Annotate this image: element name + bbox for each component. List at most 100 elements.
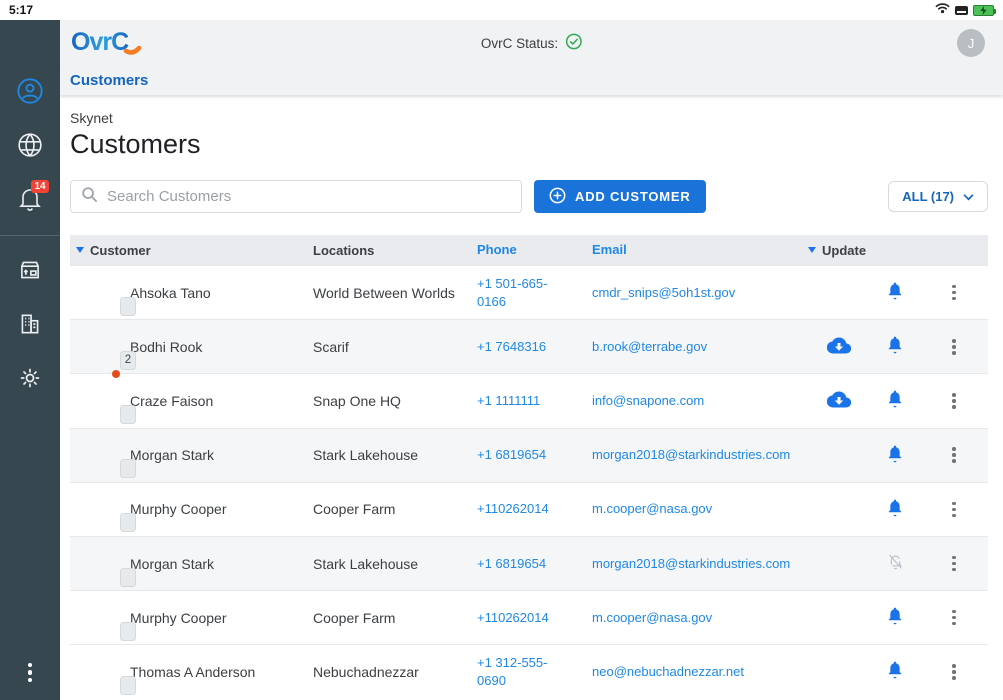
sort-desc-icon <box>76 247 84 253</box>
column-header-customer[interactable]: Customer <box>70 243 313 258</box>
column-header-locations: Locations <box>313 243 477 258</box>
notify-toggle[interactable] <box>870 607 920 628</box>
table-row[interactable]: Morgan Stark Stark Lakehouse +1 6819654 … <box>70 428 988 482</box>
wifi-icon <box>935 1 950 19</box>
sidebar-more-menu-button[interactable] <box>28 663 33 683</box>
row-menu-button[interactable] <box>920 606 988 630</box>
notify-toggle[interactable] <box>870 661 920 682</box>
customer-cell: Thomas A Anderson <box>70 664 313 680</box>
inventory-box-icon <box>17 257 43 283</box>
update-cell[interactable] <box>808 608 870 628</box>
customer-cell: Murphy Cooper <box>70 610 313 626</box>
notification-count-badge: 14 <box>31 180 49 193</box>
phone-link[interactable]: +1 312-555-0690 <box>477 654 592 690</box>
notify-toggle[interactable] <box>870 553 920 574</box>
search-icon <box>81 186 98 208</box>
row-menu-button[interactable] <box>920 443 988 467</box>
phone-link[interactable]: +1 6819654 <box>477 555 592 573</box>
count-badge <box>120 676 136 695</box>
email-link[interactable]: cmdr_snips@5oh1st.gov <box>592 284 808 302</box>
customer-cell: Morgan Stark <box>70 447 313 463</box>
breadcrumb[interactable]: Customers <box>70 72 148 89</box>
email-link[interactable]: morgan2018@starkindustries.com <box>592 555 808 573</box>
sidebar-item-settings[interactable] <box>0 358 60 398</box>
update-cell[interactable] <box>808 391 870 411</box>
update-cell[interactable] <box>808 337 870 357</box>
table-row[interactable]: Thomas A Anderson Nebuchadnezzar +1 312-… <box>70 644 988 698</box>
search-box[interactable] <box>70 180 522 213</box>
kebab-icon <box>948 498 960 522</box>
table-row[interactable]: 2 Bodhi Rook Scarif +1 7648316 b.rook@te… <box>70 319 988 373</box>
update-cell[interactable] <box>808 283 870 303</box>
check-circle-icon <box>565 33 582 53</box>
column-header-update[interactable]: Update <box>808 243 870 258</box>
notify-toggle[interactable] <box>870 445 920 466</box>
phone-link[interactable]: +1 501-665-0166 <box>477 275 592 311</box>
row-menu-button[interactable] <box>920 552 988 576</box>
update-cell[interactable] <box>808 499 870 519</box>
table-header: Customer Locations Phone Email Update <box>70 235 988 265</box>
email-link[interactable]: morgan2018@starkindustries.com <box>592 446 808 464</box>
phone-link[interactable]: +1 7648316 <box>477 338 592 356</box>
table-row[interactable]: Morgan Stark Stark Lakehouse +1 6819654 … <box>70 536 988 590</box>
table-row[interactable]: Ahsoka Tano World Between Worlds +1 501-… <box>70 265 988 319</box>
avatar[interactable]: J <box>957 29 985 57</box>
notify-toggle[interactable] <box>870 499 920 520</box>
bell-off-icon <box>887 553 904 574</box>
update-cell[interactable] <box>808 662 870 682</box>
count-badge: 2 <box>120 351 136 370</box>
sidebar-item-company[interactable] <box>0 304 60 344</box>
row-menu-button[interactable] <box>920 335 988 359</box>
customer-cell: Murphy Cooper <box>70 501 313 517</box>
customer-name: Thomas A Anderson <box>130 664 255 680</box>
phone-link[interactable]: +110262014 <box>477 500 592 518</box>
notify-toggle[interactable] <box>870 336 920 357</box>
phone-link[interactable]: +1 6819654 <box>477 446 592 464</box>
notify-toggle[interactable] <box>870 390 920 411</box>
table-body: Ahsoka Tano World Between Worlds +1 501-… <box>70 265 988 699</box>
sidebar-item-customers[interactable] <box>0 71 60 111</box>
alert-dot <box>112 370 120 378</box>
search-input[interactable] <box>107 188 511 205</box>
row-menu-button[interactable] <box>920 660 988 684</box>
filter-dropdown[interactable]: ALL (17) <box>888 181 988 212</box>
customer-name: Morgan Stark <box>130 447 214 463</box>
row-menu-button[interactable] <box>920 281 988 305</box>
location-cell: Snap One HQ <box>313 393 477 409</box>
bell-on-icon <box>887 607 903 628</box>
phone-link[interactable]: +1 1111111 <box>477 392 592 410</box>
email-link[interactable]: m.cooper@nasa.gov <box>592 500 808 518</box>
bell-on-icon <box>887 282 903 303</box>
kebab-icon <box>948 389 960 413</box>
bell-on-icon <box>887 661 903 682</box>
sidebar-item-notifications[interactable]: 14 <box>0 179 60 219</box>
table-row[interactable]: Craze Faison Snap One HQ +1 1111111 info… <box>70 373 988 427</box>
customer-cell: Morgan Stark <box>70 556 313 572</box>
row-menu-button[interactable] <box>920 389 988 413</box>
add-customer-button[interactable]: ADD CUSTOMER <box>534 180 706 213</box>
email-link[interactable]: m.cooper@nasa.gov <box>592 609 808 627</box>
location-cell: Scarif <box>313 339 477 355</box>
email-link[interactable]: b.rook@terrabe.gov <box>592 338 808 356</box>
notify-toggle[interactable] <box>870 282 920 303</box>
update-cell[interactable] <box>808 445 870 465</box>
sidebar-item-inventory[interactable] <box>0 250 60 290</box>
table-row[interactable]: Murphy Cooper Cooper Farm +110262014 m.c… <box>70 590 988 644</box>
customer-name: Murphy Cooper <box>130 610 227 626</box>
cloud-download-icon[interactable] <box>827 391 851 411</box>
customers-table: Customer Locations Phone Email Update Ah… <box>70 235 988 699</box>
bell-on-icon <box>887 390 903 411</box>
table-row[interactable]: Murphy Cooper Cooper Farm +110262014 m.c… <box>70 482 988 536</box>
row-menu-button[interactable] <box>920 498 988 522</box>
plus-circle-icon <box>549 187 566 207</box>
logo-text: OvrC <box>71 28 129 56</box>
email-link[interactable]: neo@nebuchadnezzar.net <box>592 663 808 681</box>
cloud-download-icon[interactable] <box>827 337 851 357</box>
customer-cell: Ahsoka Tano <box>70 285 313 301</box>
update-cell[interactable] <box>808 554 870 574</box>
phone-link[interactable]: +110262014 <box>477 609 592 627</box>
email-link[interactable]: info@snapone.com <box>592 392 808 410</box>
sidebar-item-network[interactable] <box>0 125 60 165</box>
kebab-icon <box>948 335 960 359</box>
battery-charging-icon <box>973 5 994 16</box>
